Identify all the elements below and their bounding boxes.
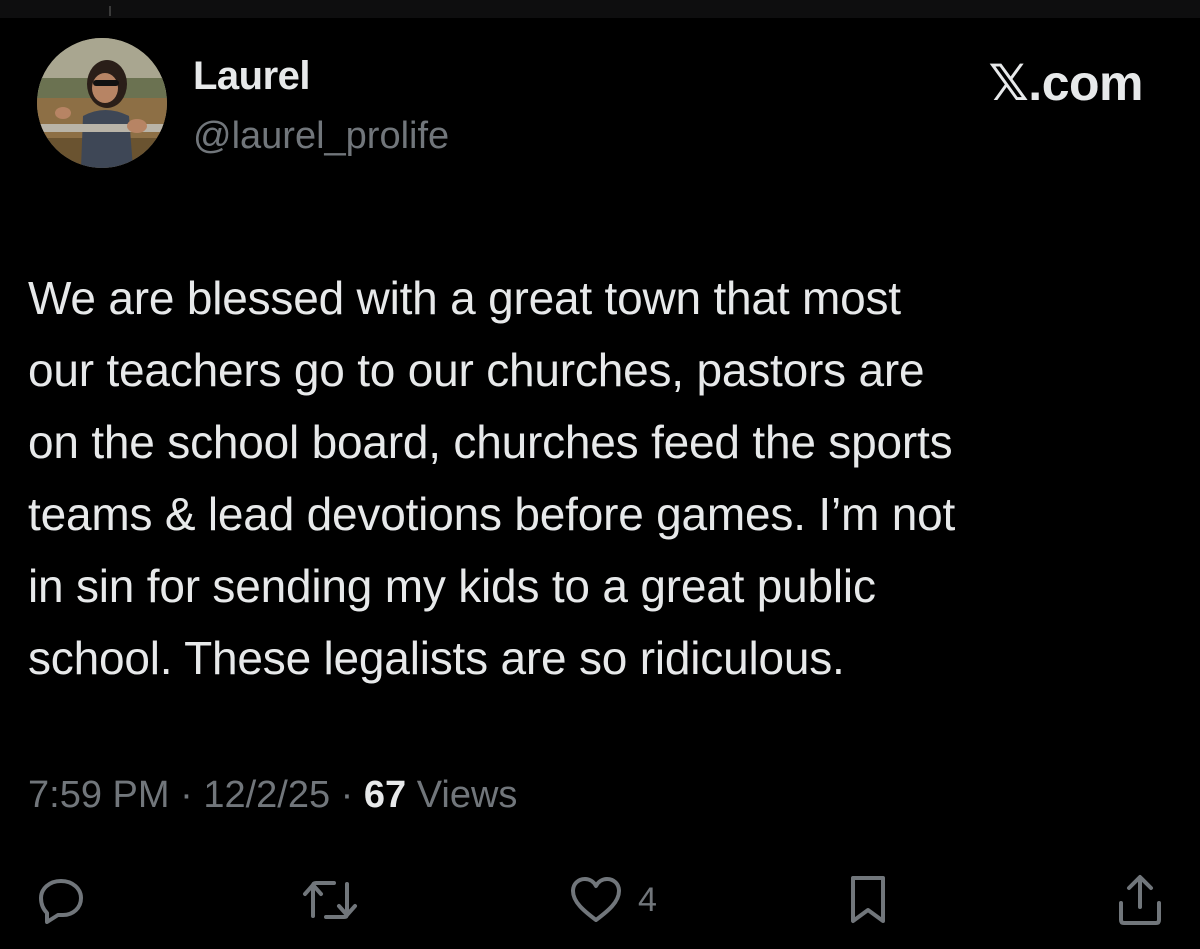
source-label: 𝕏.com (989, 54, 1144, 112)
author-handle[interactable]: @laurel_prolife (193, 115, 449, 158)
share-icon (1119, 875, 1161, 925)
tweet-date[interactable]: 12/2/25 (203, 774, 330, 816)
heart-icon (571, 877, 621, 922)
author-display-name[interactable]: Laurel (193, 54, 311, 99)
action-bar: 4 (0, 865, 1200, 935)
bookmark-button[interactable] (845, 865, 891, 935)
repost-button[interactable] (300, 865, 360, 935)
views-label: Views (406, 774, 518, 816)
reply-icon (39, 879, 83, 924)
meta-separator: · (330, 774, 364, 816)
divider-tick (109, 6, 111, 16)
meta-separator: · (169, 774, 204, 816)
x-logo-icon: 𝕏 (988, 54, 1029, 112)
source-domain: .com (1028, 55, 1143, 111)
tweet-time[interactable]: 7:59 PM (28, 774, 170, 816)
like-button[interactable]: 4 (568, 865, 657, 935)
like-count: 4 (638, 880, 657, 919)
top-status-strip (0, 0, 1200, 18)
tweet-meta: 7:59 PM · 12/2/25 · 67 Views (28, 774, 517, 817)
share-button[interactable] (1113, 865, 1167, 935)
avatar-photo (37, 38, 167, 168)
tweet-text: We are blessed with a great town that mo… (28, 272, 956, 684)
repost-icon (303, 881, 357, 919)
avatar[interactable] (37, 38, 167, 168)
reply-button[interactable] (36, 865, 86, 935)
views-count[interactable]: 67 (364, 774, 406, 816)
bookmark-icon (851, 876, 885, 923)
